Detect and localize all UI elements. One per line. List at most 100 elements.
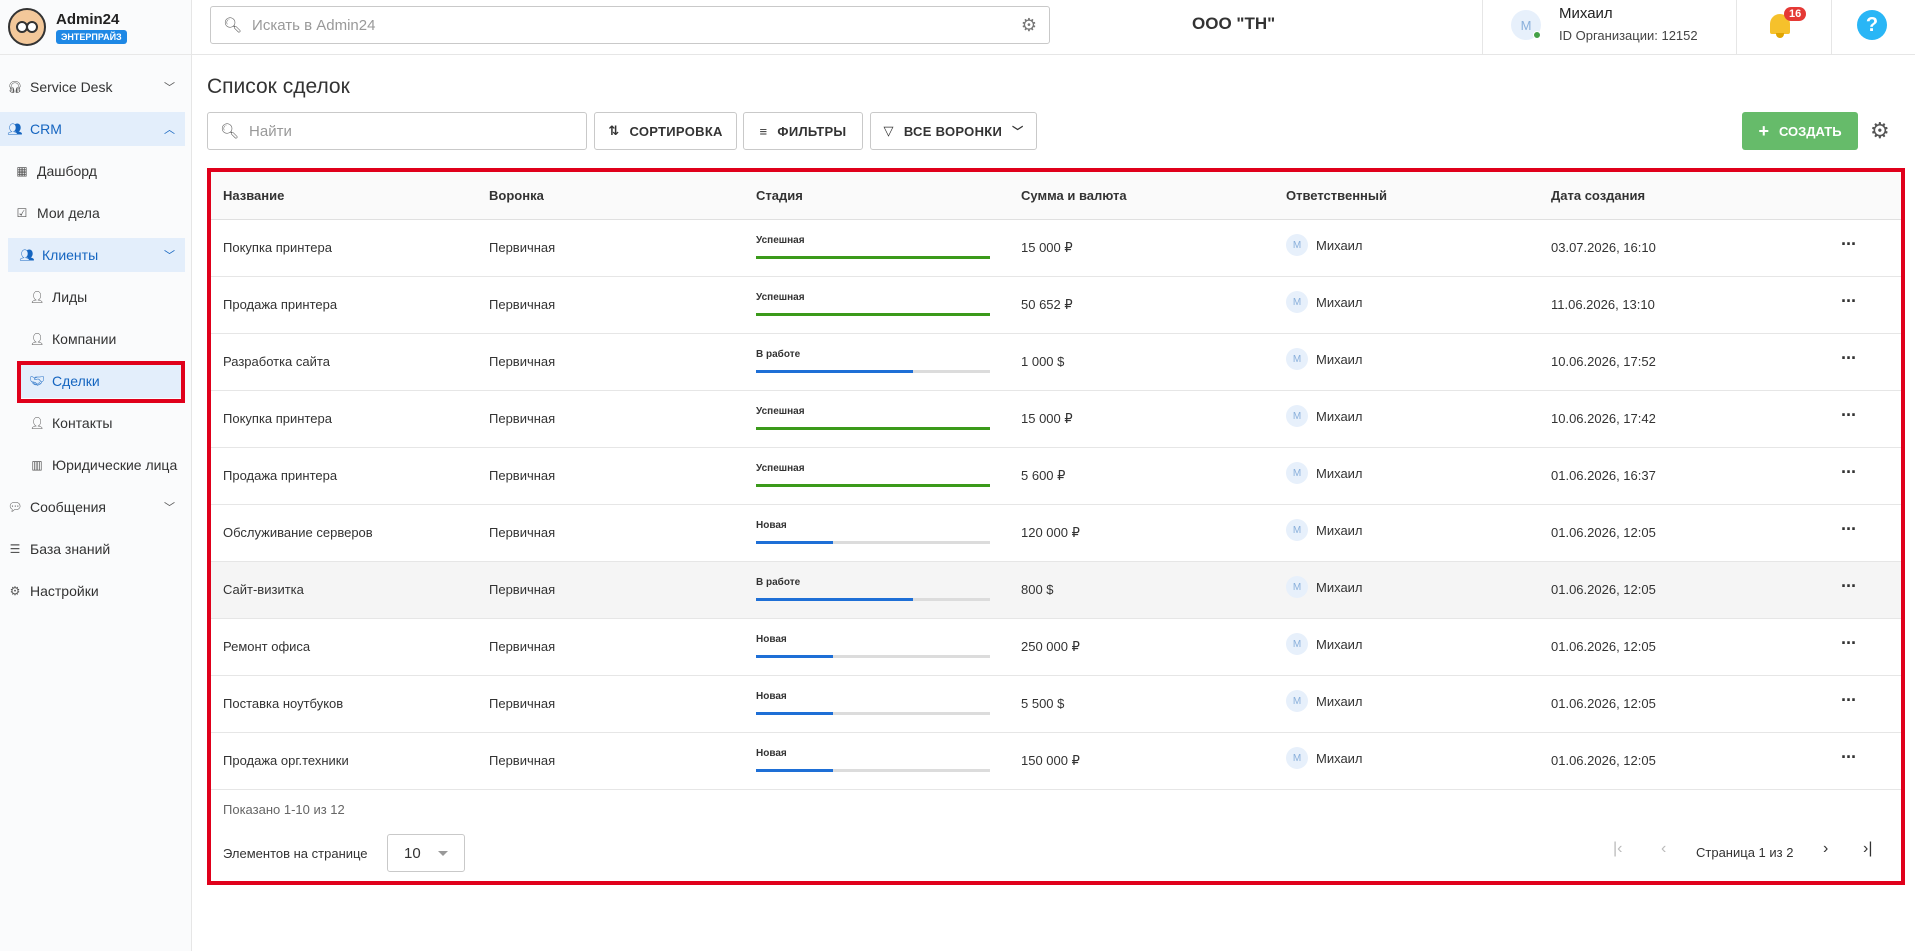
deal-funnel: Первичная	[489, 753, 556, 768]
deals-table: Название Воронка Стадия Сумма и валюта О…	[207, 168, 1905, 885]
table-row[interactable]: Продажа принтера Первичная Успешная 5 600 ₽…	[211, 448, 1901, 505]
stage-progress-bar	[756, 541, 990, 544]
sidebar-item-dashboard[interactable]: ▦ Дашборд	[0, 154, 185, 188]
deal-name[interactable]: Покупка принтера	[223, 411, 332, 426]
sidebar-item-label: База знаний	[30, 541, 111, 557]
avatar: M	[1286, 747, 1308, 769]
column-header-created[interactable]: Дата создания	[1551, 188, 1645, 203]
table-row[interactable]: Ремонт офиса Первичная Новая 250 000 ₽ M Миха…	[211, 619, 1901, 676]
next-page-icon[interactable]: ›	[1823, 840, 1828, 858]
help-icon[interactable]: ?	[1857, 10, 1887, 40]
sidebar-item-crm[interactable]: 👥︎ CRM ︿	[0, 112, 185, 146]
user-menu[interactable]: M Михаил ID Организации: 12152	[1482, 0, 1737, 55]
column-header-amount[interactable]: Сумма и валюта	[1021, 188, 1127, 203]
create-button-label: СОЗДАТЬ	[1778, 123, 1842, 139]
deal-name[interactable]: Обслуживание серверов	[223, 525, 373, 540]
sort-button-label: СОРТИРОВКА	[629, 123, 723, 139]
organization-id: ID Организации: 12152	[1559, 28, 1698, 43]
sidebar-item-messages[interactable]: 💬︎ Сообщения ﹀	[0, 490, 185, 524]
sidebar-item-my-tasks[interactable]: ☑ Мои дела	[0, 196, 185, 230]
table-row[interactable]: Обслуживание серверов Первичная Новая 120 0…	[211, 505, 1901, 562]
more-options-icon[interactable]: ···	[1841, 747, 1857, 768]
sidebar-item-settings[interactable]: ⚙ Настройки	[0, 574, 185, 608]
sidebar-item-contacts[interactable]: 👤︎ Контакты	[0, 406, 185, 440]
column-header-funnel[interactable]: Воронка	[489, 188, 544, 203]
sidebar-item-legal-entities[interactable]: ▥ Юридические лица	[0, 448, 185, 482]
more-options-icon[interactable]: ···	[1841, 291, 1857, 312]
deal-created-date: 03.07.2026, 16:10	[1551, 240, 1656, 255]
per-page-select[interactable]: 10	[387, 834, 465, 872]
deal-responsible: Михаил	[1316, 238, 1363, 253]
deal-name[interactable]: Сайт-визитка	[223, 582, 304, 597]
stage-progress-bar	[756, 313, 990, 316]
more-options-icon[interactable]: ···	[1841, 234, 1857, 255]
deal-stage: Успешная	[756, 292, 805, 303]
organization-name[interactable]: ООО "ТН"	[1192, 14, 1275, 34]
stage-progress-fill	[756, 427, 990, 430]
deal-name[interactable]: Покупка принтера	[223, 240, 332, 255]
column-header-stage[interactable]: Стадия	[756, 188, 803, 203]
sidebar-item-label: CRM	[30, 121, 62, 137]
deal-name[interactable]: Продажа принтера	[223, 468, 337, 483]
sidebar-item-service-desk[interactable]: 🎧︎ Service Desk ﹀	[0, 70, 185, 104]
table-row[interactable]: Сайт-визитка Первичная В работе 800 $ M Михаи…	[211, 562, 1901, 619]
more-options-icon[interactable]: ···	[1841, 576, 1857, 597]
global-search-input[interactable]: 🔍︎ Искать в Admin24 ⚙	[210, 6, 1050, 44]
deals-search-input[interactable]: 🔍︎ Найти	[207, 112, 587, 150]
deal-stage: Новая	[756, 634, 787, 645]
logo[interactable]: Admin24 ЭНТЕРПРАЙЗ	[0, 0, 191, 55]
prev-page-icon[interactable]: ‹	[1661, 840, 1666, 858]
sidebar-item-knowledge-base[interactable]: ☰ База знаний	[0, 532, 185, 566]
table-row[interactable]: Продажа принтера Первичная Успешная 50 652 …	[211, 277, 1901, 334]
table-settings-icon[interactable]: ⚙	[1870, 118, 1890, 144]
filters-button[interactable]: ≡ ФИЛЬТРЫ	[743, 112, 863, 150]
more-options-icon[interactable]: ···	[1841, 519, 1857, 540]
deal-responsible: Михаил	[1316, 751, 1363, 766]
deal-responsible: Михаил	[1316, 580, 1363, 595]
deal-amount: 120 000 ₽	[1021, 525, 1080, 540]
avatar: M	[1286, 576, 1308, 598]
last-page-icon[interactable]: ›|	[1863, 840, 1872, 858]
more-options-icon[interactable]: ···	[1841, 348, 1857, 369]
deal-funnel: Первичная	[489, 582, 556, 597]
deal-stage: В работе	[756, 577, 801, 588]
deal-name[interactable]: Разработка сайта	[223, 354, 330, 369]
first-page-icon[interactable]: |‹	[1613, 840, 1622, 858]
table-row[interactable]: Покупка принтера Первичная Успешная 15 000 …	[211, 391, 1901, 448]
sidebar-item-label: Настройки	[30, 583, 99, 599]
create-button[interactable]: + СОЗДАТЬ	[1742, 112, 1858, 150]
sidebar-item-clients[interactable]: 👥︎ Клиенты ﹀	[8, 238, 185, 272]
deal-responsible: Михаил	[1316, 409, 1363, 424]
deal-amount: 15 000 ₽	[1021, 240, 1073, 255]
deal-funnel: Первичная	[489, 297, 556, 312]
logo-mascot-icon	[8, 8, 46, 46]
table-row[interactable]: Покупка принтера Первичная Успешная 15 000 …	[211, 220, 1901, 277]
table-row[interactable]: Поставка ноутбуков Первичная Новая 5 500 $ M…	[211, 676, 1901, 733]
deal-stage: Новая	[756, 691, 787, 702]
more-options-icon[interactable]: ···	[1841, 405, 1857, 426]
stage-progress-fill	[756, 655, 834, 658]
table-row[interactable]: Продажа орг.техники Первичная Новая 150 000…	[211, 733, 1901, 790]
deal-created-date: 01.06.2026, 12:05	[1551, 696, 1656, 711]
deal-name[interactable]: Продажа орг.техники	[223, 753, 349, 768]
all-funnels-dropdown[interactable]: ▽ ВСЕ ВОРОНКИ ﹀	[870, 112, 1037, 150]
column-header-name[interactable]: Название	[223, 188, 284, 203]
column-header-responsible[interactable]: Ответственный	[1286, 188, 1387, 203]
table-row[interactable]: Разработка сайта Первичная В работе 1 000 $…	[211, 334, 1901, 391]
more-options-icon[interactable]: ···	[1841, 633, 1857, 654]
notifications-button[interactable]: 16	[1737, 0, 1832, 55]
deal-name[interactable]: Продажа принтера	[223, 297, 337, 312]
page-title: Список сделок	[207, 75, 350, 98]
more-options-icon[interactable]: ···	[1841, 690, 1857, 711]
stage-progress-bar	[756, 427, 990, 430]
filters-button-label: ФИЛЬТРЫ	[777, 123, 847, 139]
sort-button[interactable]: ⇅ СОРТИРОВКА	[594, 112, 737, 150]
sidebar-item-companies[interactable]: 👤︎ Компании	[0, 322, 185, 356]
search-settings-icon[interactable]: ⚙	[1021, 15, 1037, 36]
more-options-icon[interactable]: ···	[1841, 462, 1857, 483]
deal-name[interactable]: Поставка ноутбуков	[223, 696, 343, 711]
stage-progress-fill	[756, 256, 990, 259]
sidebar-item-leads[interactable]: 👤︎ Лиды	[0, 280, 185, 314]
chevron-up-icon: ︿	[164, 124, 175, 136]
deal-name[interactable]: Ремонт офиса	[223, 639, 310, 654]
